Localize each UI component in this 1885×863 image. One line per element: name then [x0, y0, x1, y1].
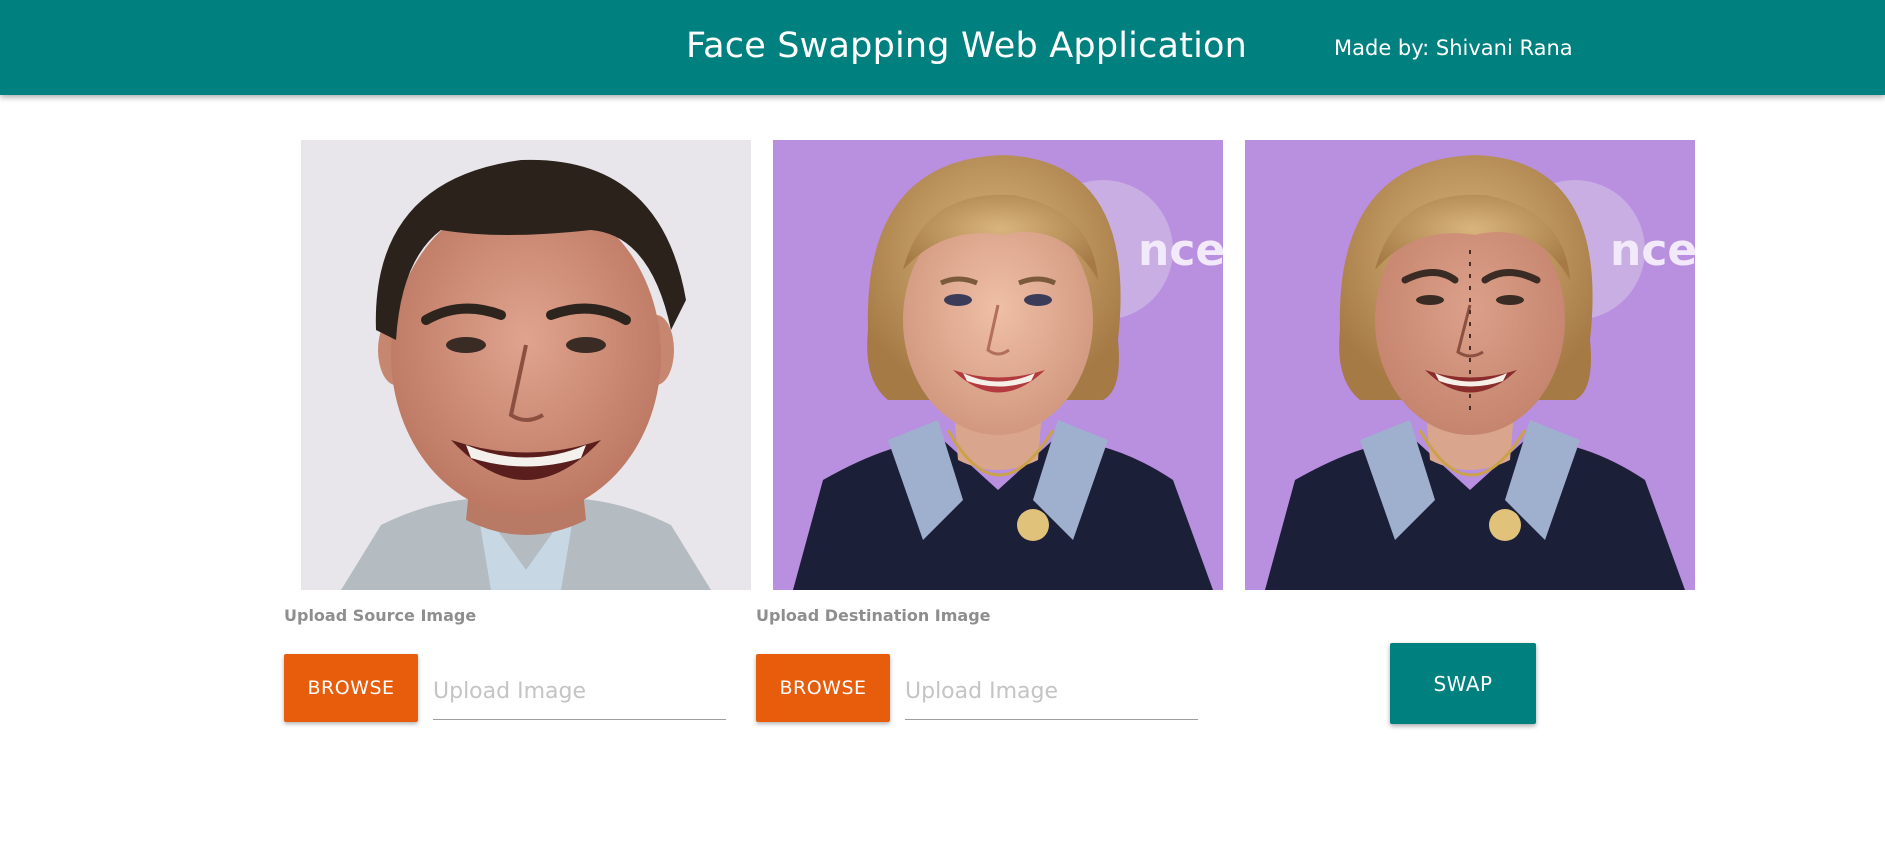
- author-credit: Made by: Shivani Rana: [1334, 36, 1573, 60]
- swapped-result-preview: nce: [1245, 140, 1695, 590]
- backdrop-text: nce: [1610, 225, 1695, 276]
- source-upload-label: Upload Source Image: [284, 606, 477, 625]
- destination-file-input[interactable]: [905, 663, 1198, 720]
- source-file-input[interactable]: [433, 663, 726, 720]
- destination-face-photo: nce: [773, 140, 1223, 590]
- destination-image-preview: nce: [773, 140, 1223, 590]
- app-header: Face Swapping Web Application Made by: S…: [0, 0, 1885, 95]
- source-browse-button[interactable]: BROWSE: [284, 654, 418, 722]
- swap-button[interactable]: SWAP: [1390, 643, 1536, 724]
- swapped-face-photo: nce: [1245, 140, 1695, 590]
- backdrop-text: nce: [1138, 225, 1223, 276]
- source-face-photo: [301, 140, 751, 590]
- destination-upload-label: Upload Destination Image: [756, 606, 991, 625]
- destination-browse-button[interactable]: BROWSE: [756, 654, 890, 722]
- source-image-preview: [301, 140, 751, 590]
- page-title: Face Swapping Web Application: [686, 26, 1248, 66]
